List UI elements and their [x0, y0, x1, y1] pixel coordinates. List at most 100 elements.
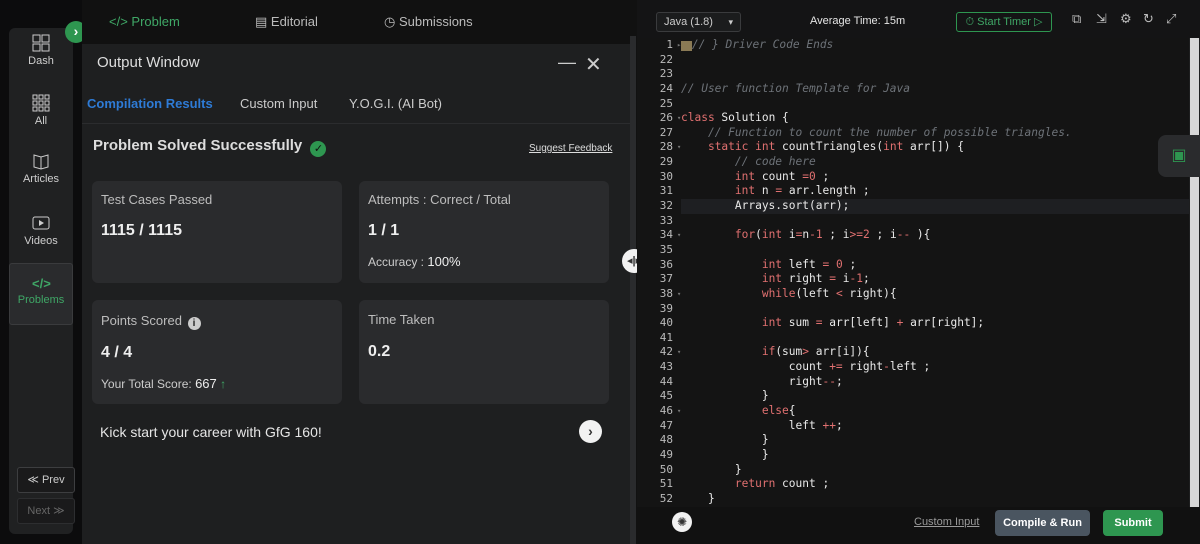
line-number-gutter: 1 22 23 24 25 26 27 28 29 30 31 32 33 34 35 36 37 38 39 40 4… [637, 38, 677, 507]
play-icon: ▷ [1030, 16, 1043, 28]
line-number: 42 [659, 345, 673, 359]
tab-compilation-results[interactable]: Compilation Results [87, 96, 213, 111]
editor-scrollbar[interactable] [1190, 38, 1199, 508]
tab-submissions[interactable]: ◷ Submissions [384, 14, 473, 30]
line-number: 52 [659, 491, 673, 505]
clock-icon: ◷ [384, 14, 399, 29]
tab-problem[interactable]: </> Problem [109, 14, 180, 29]
code-line: int right = i-1; [761, 272, 870, 286]
line-number: 27 [659, 125, 673, 139]
line-number: 23 [659, 67, 673, 81]
language-select[interactable]: Java (1.8) ▾ [656, 12, 741, 32]
code-line: } [681, 491, 715, 505]
line-number: 46 [659, 404, 673, 418]
suggest-feedback-link[interactable]: Suggest Feedback [529, 143, 612, 154]
editor-toolbar: Java (1.8) ▾ Average Time: 15m ⏱ Start T… [637, 0, 1200, 42]
chat-button[interactable]: ▣ [1158, 135, 1200, 177]
tab-yogi-bot[interactable]: Y.O.G.I. (AI Bot) [349, 96, 442, 111]
next-button[interactable]: Next ≫ [17, 498, 75, 524]
code-icon: </> [32, 276, 51, 291]
promo-next-button[interactable]: › [579, 420, 602, 443]
line-number: 35 [659, 242, 673, 256]
fullscreen-icon[interactable]: ⤢ [1166, 11, 1176, 27]
video-icon [32, 216, 50, 230]
nav-item-dash[interactable]: Dash [9, 34, 73, 67]
line-number: 41 [659, 330, 673, 344]
line-number: 22 [659, 52, 673, 66]
status-text: Problem Solved Successfully [93, 137, 303, 154]
book-icon [33, 154, 49, 170]
code-line: } [681, 462, 742, 476]
line-number: 30 [659, 169, 673, 183]
total-score-value: 667 [195, 376, 217, 391]
code-line: left ++; [681, 418, 843, 432]
language-value: Java (1.8) [664, 16, 713, 28]
tab-editorial-label: Editorial [270, 14, 318, 29]
time-card: Time Taken 0.2 [359, 300, 609, 404]
start-timer-button[interactable]: ⏱ Start Timer ▷ [956, 12, 1052, 32]
code-line: for(int i=n-1 ; i>=2 ; i-- ){ [734, 228, 931, 242]
line-number: 40 [659, 316, 673, 330]
attempts-card: Attempts : Correct / Total 1 / 1 Accurac… [359, 181, 609, 283]
attempts-value: 1 / 1 [368, 222, 400, 239]
line-number: 26 [659, 111, 673, 125]
line-number: 48 [659, 433, 673, 447]
output-window: Output Window — ✕ Compilation Results Cu… [82, 44, 630, 544]
line-number: 31 [659, 184, 673, 198]
info-icon[interactable]: i [187, 317, 201, 330]
code-line: int count =0 ; [734, 169, 830, 183]
time-label: Time Taken [368, 312, 435, 327]
time-value: 0.2 [368, 343, 391, 360]
arrow-up-icon: ↑ [220, 377, 227, 391]
code-line: ↔↔// } Driver Code Ends [681, 38, 834, 51]
test-cases-value: 1115 / 1115 [101, 222, 182, 239]
copy-icon[interactable]: ⧉ [1072, 11, 1081, 27]
code-line: // Function to count the number of possi… [707, 125, 1072, 139]
nav-item-problems[interactable]: </> Problems [9, 263, 73, 325]
minimize-icon[interactable]: — [558, 52, 576, 73]
submit-button[interactable]: Submit [1103, 510, 1163, 536]
points-card: Points Scored i 4 / 4 Your Total Score: … [92, 300, 342, 404]
reset-icon[interactable]: ↻ [1143, 11, 1154, 27]
points-label-row: Points Scored i [101, 313, 201, 330]
promo-text: Kick start your career with GfG 160! [100, 424, 322, 440]
chevron-right-icon: › [73, 23, 79, 39]
nav-item-videos[interactable]: Videos [9, 214, 73, 247]
code-line: int left = 0 ; [761, 257, 857, 271]
line-number: 33 [659, 213, 673, 227]
code-editor[interactable]: 1 22 23 24 25 26 27 28 29 30 31 32 33 34 35 36 37 38 39 40 4… [637, 38, 1200, 507]
attempts-label: Attempts : Correct / Total [368, 192, 511, 207]
tab-editorial[interactable]: ▤ Editorial [255, 14, 318, 30]
import-icon[interactable]: ⇲ [1096, 11, 1107, 27]
dashboard-icon [32, 34, 50, 52]
lightbulb-icon[interactable]: ✺ [672, 512, 692, 532]
line-number: 43 [659, 360, 673, 374]
line-number: 1 [666, 38, 673, 51]
chat-icon: ▣ [1171, 147, 1187, 164]
nav-item-all[interactable]: All [9, 94, 73, 127]
code-line: } [681, 447, 769, 461]
nav-item-articles[interactable]: Articles [9, 152, 73, 185]
settings-icon[interactable]: ⚙ [1120, 11, 1132, 27]
line-number: 50 [659, 462, 673, 476]
tab-custom-input[interactable]: Custom Input [240, 96, 317, 111]
code-line: while(left < right){ [761, 286, 897, 300]
prev-button[interactable]: ≪ Prev [17, 467, 75, 493]
points-value: 4 / 4 [101, 344, 133, 361]
line-number: 32 [659, 199, 673, 213]
code-line: Arrays.sort(arr); [681, 199, 1191, 214]
line-number: 45 [659, 389, 673, 403]
code-line: return count ; [734, 477, 830, 491]
pane-splitter[interactable] [630, 36, 636, 544]
nav-item-label: Articles [22, 173, 60, 185]
line-number: 25 [659, 96, 673, 110]
grid-icon [32, 94, 50, 112]
compile-run-button[interactable]: Compile & Run [995, 510, 1090, 536]
tab-submissions-label: Submissions [398, 14, 473, 29]
custom-input-link[interactable]: Custom Input [914, 516, 979, 528]
close-icon[interactable]: ✕ [585, 52, 602, 77]
